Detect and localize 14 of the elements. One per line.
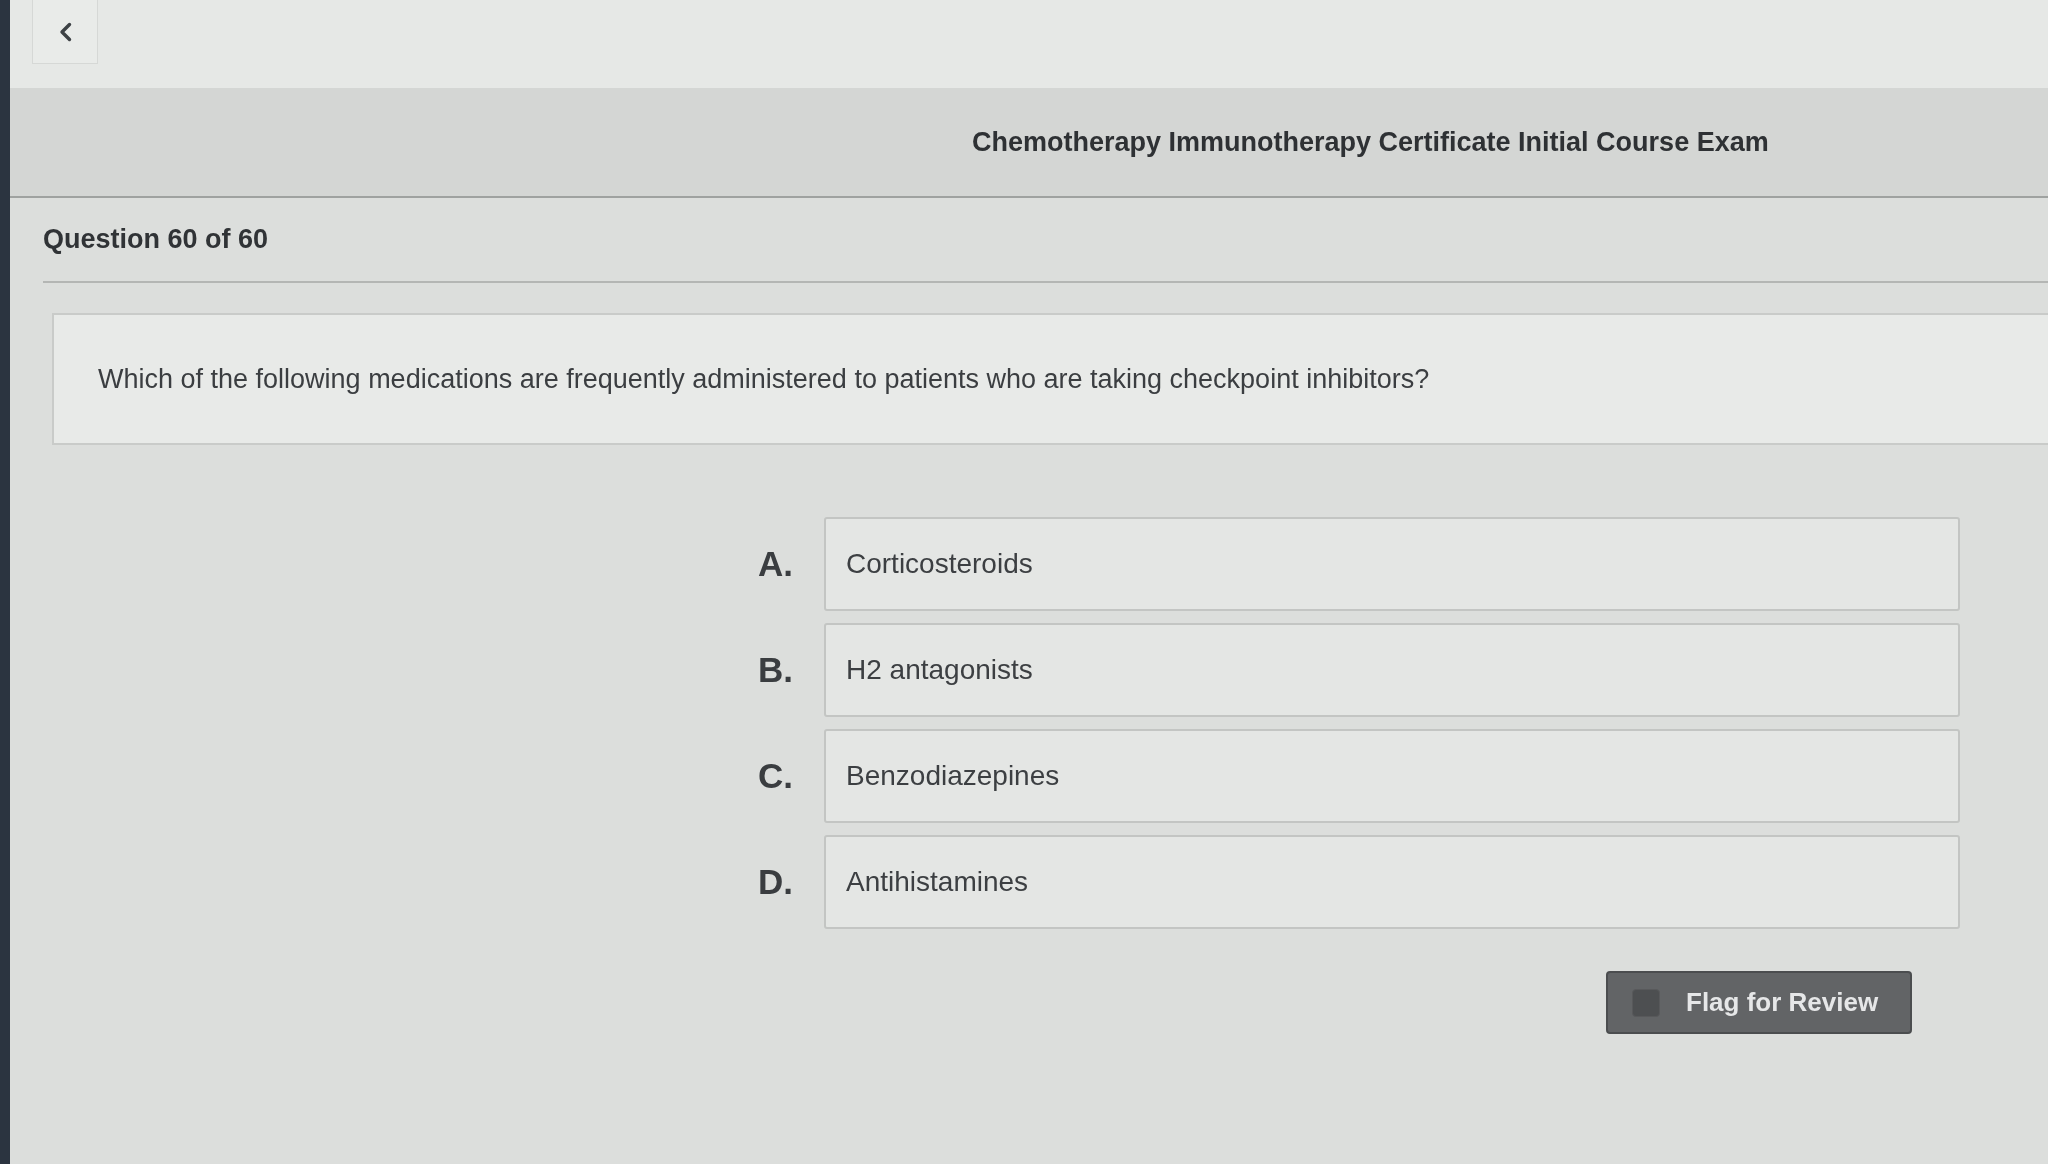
option-letter: D. <box>758 862 794 902</box>
back-button[interactable] <box>32 0 98 64</box>
answer-option[interactable]: Corticosteroids <box>824 517 1960 611</box>
flag-for-review-button[interactable]: Flag for Review <box>1606 971 1912 1034</box>
question-text: Which of the following medications are frequently administered to patients who are taking checkpoint inhibitors? <box>98 363 1430 395</box>
answer-option[interactable]: Antihistamines <box>824 835 1960 929</box>
option-letter: C. <box>758 756 794 796</box>
option-letter: A. <box>758 544 794 584</box>
question-counter: Question 60 of 60 <box>43 224 269 255</box>
answer-option[interactable]: H2 antagonists <box>824 623 1960 717</box>
chevron-left-icon <box>58 21 72 42</box>
option-letter: B. <box>758 650 794 690</box>
answer-option[interactable]: Benzodiazepines <box>824 729 1960 823</box>
exam-title: Chemotherapy Immunotherapy Certificate Initial Course Exam <box>972 126 1769 158</box>
